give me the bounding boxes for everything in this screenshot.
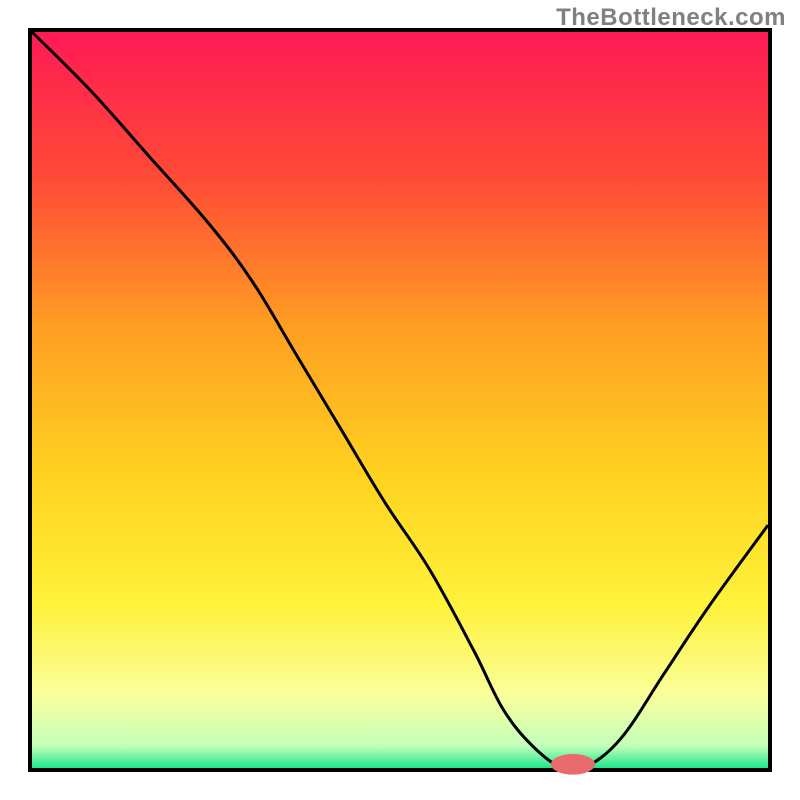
gradient-background	[32, 32, 768, 768]
optimum-marker	[551, 754, 595, 775]
chart-canvas	[0, 0, 800, 800]
